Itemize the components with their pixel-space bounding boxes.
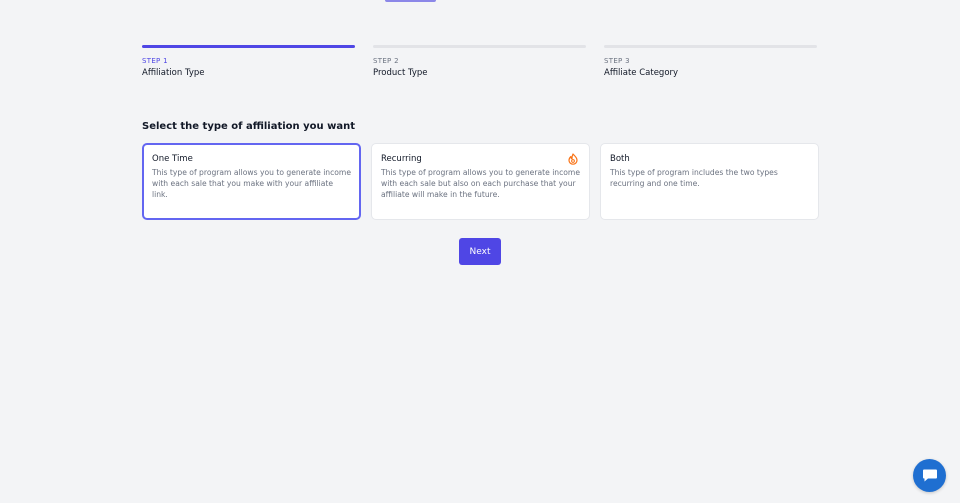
option-card-both[interactable]: Both This type of program includes the t… bbox=[600, 143, 819, 220]
step-progress: STEP 1 Affiliation Type STEP 2 Product T… bbox=[142, 45, 819, 79]
step-1-progress-bar bbox=[142, 45, 355, 48]
option-card-recurring[interactable]: Recurring This type of program allows yo… bbox=[371, 143, 590, 220]
step-2-title: Product Type bbox=[373, 68, 428, 78]
step-3-progress-bar bbox=[604, 45, 817, 48]
step-3-number: STEP 3 bbox=[604, 57, 630, 65]
step-2: STEP 2 Product Type bbox=[373, 45, 586, 79]
option-description: This type of program includes the two ty… bbox=[610, 168, 778, 189]
step-1-title: Affiliation Type bbox=[142, 68, 205, 78]
step-1-number: STEP 1 bbox=[142, 57, 168, 65]
chat-launcher-button[interactable] bbox=[913, 459, 946, 492]
affiliation-options: One Time This type of program allows you… bbox=[142, 143, 819, 220]
next-button[interactable]: Next bbox=[459, 238, 501, 265]
option-card-one-time[interactable]: One Time This type of program allows you… bbox=[142, 143, 361, 220]
question-heading: Select the type of affiliation you want bbox=[142, 121, 356, 132]
step-2-progress-bar bbox=[373, 45, 586, 48]
step-2-number: STEP 2 bbox=[373, 57, 399, 65]
option-title: Recurring bbox=[381, 154, 422, 164]
step-3: STEP 3 Affiliate Category bbox=[604, 45, 817, 79]
option-title: One Time bbox=[152, 154, 193, 164]
option-description: This type of program allows you to gener… bbox=[152, 168, 352, 200]
option-title: Both bbox=[610, 154, 630, 164]
option-description: This type of program allows you to gener… bbox=[381, 168, 581, 200]
top-accent-bar bbox=[385, 0, 436, 2]
fire-icon bbox=[568, 153, 578, 165]
chat-bubble-icon bbox=[922, 469, 937, 482]
step-3-title: Affiliate Category bbox=[604, 68, 679, 78]
step-1: STEP 1 Affiliation Type bbox=[142, 45, 355, 79]
